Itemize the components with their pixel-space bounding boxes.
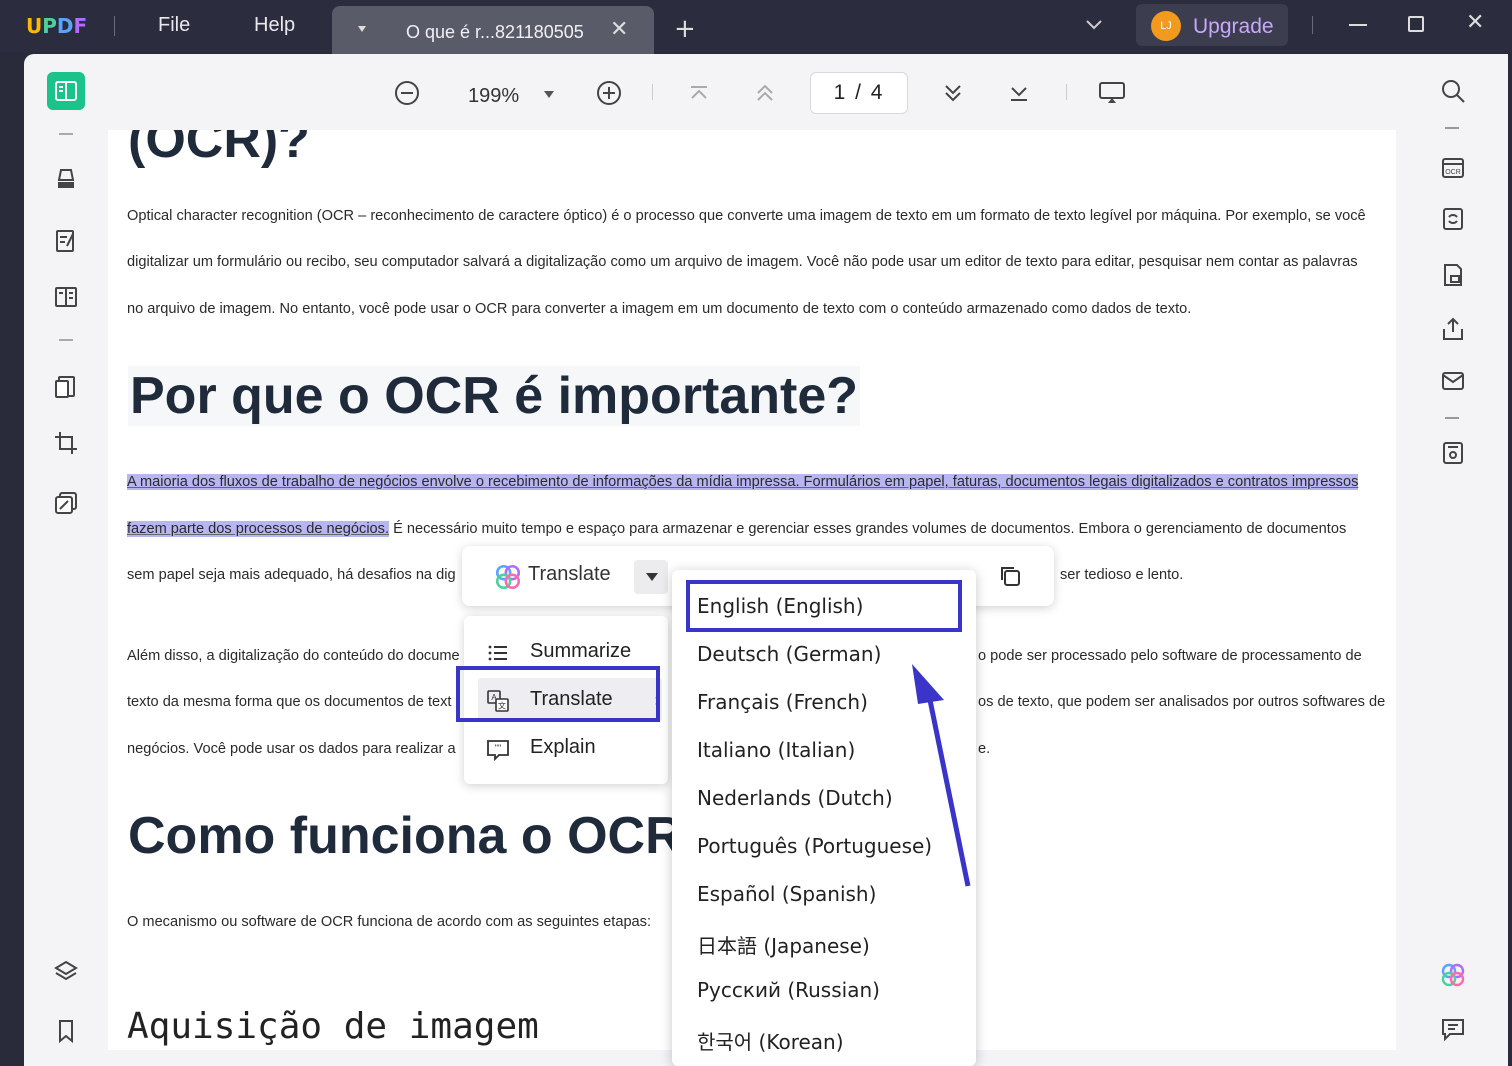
explain-icon: "" [487,740,509,761]
divider [59,339,73,341]
redact-icon[interactable] [47,484,85,522]
language-option[interactable]: Русский (Russian) [697,978,880,1002]
selected-text[interactable]: A maioria dos fluxos de trabalho de negó… [127,474,1359,490]
ai-dropdown-icon[interactable] [634,560,668,594]
avatar: LJ [1151,11,1181,41]
maximize-icon[interactable] [1408,16,1424,32]
separator [1066,84,1067,100]
window-close-icon[interactable]: ✕ [1466,10,1484,35]
crop-icon[interactable] [47,424,85,462]
upgrade-button[interactable]: LJ Upgrade [1136,4,1288,46]
paragraph-line: e. [978,741,991,757]
highlighter-icon[interactable] [47,160,85,198]
presentation-icon[interactable] [1098,80,1126,106]
separator [652,84,653,100]
paragraph-line: A maioria dos fluxos de trabalho de negó… [127,474,1393,490]
language-option[interactable]: 日本語 (Japanese) [697,930,870,959]
selected-text[interactable]: fazem parte dos processos de negócios. [127,521,390,537]
heading-ocr: (OCR)? [128,130,310,169]
language-option[interactable]: 한국어 (Korean) [697,1026,844,1055]
heading-why-ocr: Por que o OCR é importante? [128,366,861,426]
title-bar: UPDF File Help O que é r...821180505 ✕ +… [0,0,1512,54]
new-tab-icon[interactable]: + [674,14,696,44]
menu-item-label: Explain [530,736,596,758]
document-tab[interactable]: O que é r...821180505 ✕ [332,6,654,54]
divider [1445,417,1459,419]
list-icon [488,645,507,661]
edit-pdf-icon[interactable] [47,222,85,260]
heading-image-acquisition: Aquisição de imagem [127,1006,539,1047]
ocr-icon[interactable]: OCR [1436,150,1470,184]
chevron-down-icon[interactable] [1084,14,1104,39]
paragraph-text: ser tedioso e lento. [1060,567,1184,583]
protect-icon[interactable] [1436,258,1470,292]
tab-dropdown-icon[interactable] [358,26,366,32]
comment-icon[interactable] [1436,1012,1470,1046]
updf-ai-icon[interactable] [1436,958,1470,992]
copy-icon[interactable] [998,564,1022,593]
menu-help[interactable]: Help [254,14,295,37]
divider [59,133,73,135]
layers-icon[interactable] [47,952,85,990]
tab-close-icon[interactable]: ✕ [610,17,628,42]
first-page-icon[interactable] [688,82,710,104]
paragraph-line: digitalizar um formulário ou recibo, seu… [127,254,1358,270]
heading-how-ocr-works: Como funciona o OCR [128,807,683,865]
reader-mode-icon[interactable] [47,72,85,110]
svg-text:"": "" [495,743,501,753]
language-option[interactable]: Português (Portuguese) [697,834,932,858]
last-page-icon[interactable] [1008,82,1030,104]
save-icon[interactable] [1436,436,1470,470]
language-option[interactable]: Italiano (Italian) [697,738,855,762]
zoom-dropdown-icon[interactable] [544,91,554,98]
search-icon[interactable] [1436,74,1470,108]
zoom-out-icon[interactable] [394,80,420,106]
paragraph-text: sem papel seja mais adequado, há desafio… [127,567,456,583]
tab-title: O que é r...821180505 [406,22,584,42]
paragraph-line: ser tedioso e lento. [1060,567,1390,583]
language-option[interactable]: Français (French) [697,690,868,714]
language-option[interactable]: Deutsch (German) [697,642,881,666]
zoom-level[interactable]: 199% [468,85,519,108]
divider [1445,127,1459,129]
zoom-in-icon[interactable] [596,80,622,106]
organize-pages-icon[interactable] [47,368,85,406]
email-icon[interactable] [1436,364,1470,398]
share-icon[interactable] [1436,312,1470,346]
menu-item-explain[interactable]: "" Explain [478,726,662,770]
updf-logo: UPDF [26,14,88,38]
paragraph-line: o pode ser processado pelo software de p… [978,648,1362,664]
next-page-icon[interactable] [942,82,964,104]
minimize-icon[interactable] [1349,24,1367,26]
menu-item-label: Summarize [530,640,632,662]
callout-box [456,666,660,722]
paragraph-line: fazem parte dos processos de negócios. É… [127,521,1393,537]
separator [1312,16,1313,34]
previous-page-icon[interactable] [754,82,776,104]
language-menu: English (English) Deutsch (German) Franç… [672,570,976,1066]
language-option[interactable]: Español (Spanish) [697,882,876,906]
translate-button[interactable]: Translate [492,563,611,586]
bookmark-icon[interactable] [47,1012,85,1050]
paragraph-line: Optical character recognition (OCR – rec… [127,208,1366,224]
upgrade-label: Upgrade [1193,15,1274,38]
language-option[interactable]: Nederlands (Dutch) [697,786,893,810]
separator [114,16,115,36]
form-icon[interactable] [47,278,85,316]
paragraph-line: os de texto, que podem ser analisados po… [978,694,1386,710]
paragraph-text: É necessário muito tempo e espaço para a… [389,521,1347,537]
svg-text:OCR: OCR [1445,169,1461,176]
callout-box [686,580,962,632]
paragraph-line: no arquivo de imagem. No entanto, você p… [127,301,1192,317]
menu-file[interactable]: File [158,14,190,37]
convert-icon[interactable] [1436,202,1470,236]
page-number-input[interactable]: 1 / 4 [810,72,908,114]
